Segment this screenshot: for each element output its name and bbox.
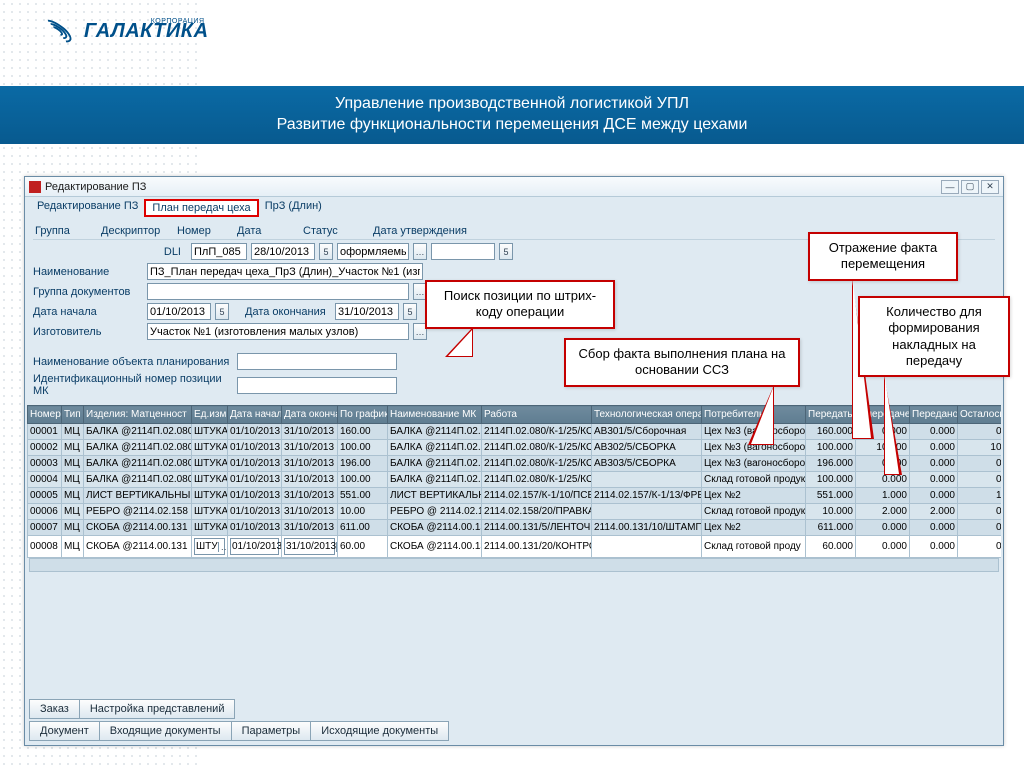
manufacturer-label: Изготовитель [33, 326, 143, 338]
window-close-button[interactable]: ✕ [981, 180, 999, 194]
end-date-field[interactable] [335, 303, 399, 320]
table-row[interactable]: 00005МЦЛИСТ ВЕРТИКАЛЬНЫЙШТУКА01/10/20133… [28, 488, 1002, 504]
window-maximize-button[interactable]: ▢ [961, 180, 979, 194]
table-row[interactable]: 00006МЦРЕБРО @2114.02.158ШТУКА01/10/2013… [28, 504, 1002, 520]
bottom-row-2: ДокументВходящие документыПараметрыИсход… [29, 721, 999, 741]
table-row[interactable]: 00004МЦБАЛКА @2114П.02.080ШТУКА01/10/201… [28, 472, 1002, 488]
bottom-tab-button[interactable]: Заказ [29, 699, 80, 719]
search-name-label: Наименование объекта планирования [33, 356, 233, 368]
table-row[interactable]: 00002МЦБАЛКА @2114П.02.080ШТУКА01/10/201… [28, 440, 1002, 456]
brand-subtitle: КОРПОРАЦИЯ [151, 18, 205, 25]
search-name-field[interactable] [237, 353, 397, 370]
col-header[interactable]: Осталось перед [958, 406, 1002, 424]
slide-title-line2: Развитие функциональности перемещения ДС… [20, 115, 1004, 136]
tab-menu: Редактирование ПЗ План передач цеха ПрЗ … [25, 197, 1003, 219]
end-date-picker-icon[interactable]: 5 [403, 303, 417, 320]
brand-logo: КОРПОРАЦИЯ ГАЛАКТИКА [40, 20, 209, 43]
grid-scrollbar-placeholder[interactable] [29, 558, 999, 572]
tab-edit-pz[interactable]: Редактирование ПЗ [31, 199, 144, 217]
start-date-field[interactable] [147, 303, 211, 320]
bottom-tab-button[interactable]: Параметры [232, 721, 312, 741]
slide-title-line1: Управление производственной логистикой У… [20, 94, 1004, 115]
col-header[interactable]: Передать [806, 406, 856, 424]
number-field[interactable] [191, 243, 247, 260]
start-date-label: Дата начала [33, 306, 143, 318]
dl-label: DLI [33, 246, 187, 258]
col-header[interactable]: Дата окончания [282, 406, 338, 424]
app-icon [29, 181, 41, 193]
bottom-tab-button[interactable]: Документ [29, 721, 100, 741]
table-row[interactable]: 00003МЦБАЛКА @2114П.02.080ШТУКА01/10/201… [28, 456, 1002, 472]
col-header[interactable]: Наименование МК [388, 406, 482, 424]
tab-prz-long[interactable]: ПрЗ (Длин) [259, 199, 328, 217]
bottom-tab-button[interactable]: Настройка представлений [80, 699, 236, 719]
logo-swirl-icon [40, 22, 76, 42]
status-field[interactable] [337, 243, 409, 260]
approve-date-picker-icon[interactable]: 5 [499, 243, 513, 260]
col-header[interactable]: Технологическая опера [592, 406, 702, 424]
start-date-picker-icon[interactable]: 5 [215, 303, 229, 320]
col-header[interactable]: Тип [62, 406, 84, 424]
slide-title-bar: Управление производственной логистикой У… [0, 86, 1024, 144]
col-header[interactable]: Дата начала [228, 406, 282, 424]
table-row-selected[interactable]: 00008МЦСКОБА @2114.00.131ШТУ…01/10/20135… [28, 536, 1002, 558]
bottom-tab-button[interactable]: Входящие документы [100, 721, 232, 741]
name-label: Наименование [33, 266, 143, 278]
callout-barcode-search: Поиск позиции по штрих-коду операции [425, 280, 615, 329]
col-header[interactable]: Номер [28, 406, 62, 424]
search-id-label: Идентификационный номер позиции МК [33, 373, 233, 397]
date-field[interactable] [251, 243, 315, 260]
approve-date-field[interactable] [431, 243, 495, 260]
window-title: Редактирование ПЗ [45, 181, 146, 193]
window-titlebar: Редактирование ПЗ — ▢ ✕ [25, 177, 1003, 197]
search-id-field[interactable] [237, 377, 397, 394]
end-date-label: Дата окончания [245, 306, 331, 318]
window-minimize-button[interactable]: — [941, 180, 959, 194]
callout-fact-collection: Сбор факта выполнения плана на основании… [564, 338, 800, 387]
bottom-row-1: ЗаказНастройка представлений [29, 699, 999, 719]
tab-plan-transfer[interactable]: План передач цеха [144, 199, 258, 217]
callout-quantity-for-transfer: Количество для формирования накладных на… [858, 296, 1010, 377]
col-header[interactable]: Ед.изм [192, 406, 228, 424]
manufacturer-field[interactable] [147, 323, 409, 340]
docgroup-field[interactable] [147, 283, 409, 300]
bottom-tab-button[interactable]: Исходящие документы [311, 721, 449, 741]
date-picker-icon[interactable]: 5 [319, 243, 333, 260]
callout-movement-fact: Отражение факта перемещения [808, 232, 958, 281]
docgroup-label: Группа документов [33, 286, 143, 298]
col-header[interactable]: Работа [482, 406, 592, 424]
table-row[interactable]: 00007МЦСКОБА @2114.00.131ШТУКА01/10/2013… [28, 520, 1002, 536]
name-field[interactable] [147, 263, 423, 280]
col-header[interactable]: Изделия: Матценност [84, 406, 192, 424]
status-lookup-icon[interactable]: … [413, 243, 427, 260]
col-header[interactable]: Передано [910, 406, 958, 424]
col-header[interactable]: По графику [338, 406, 388, 424]
